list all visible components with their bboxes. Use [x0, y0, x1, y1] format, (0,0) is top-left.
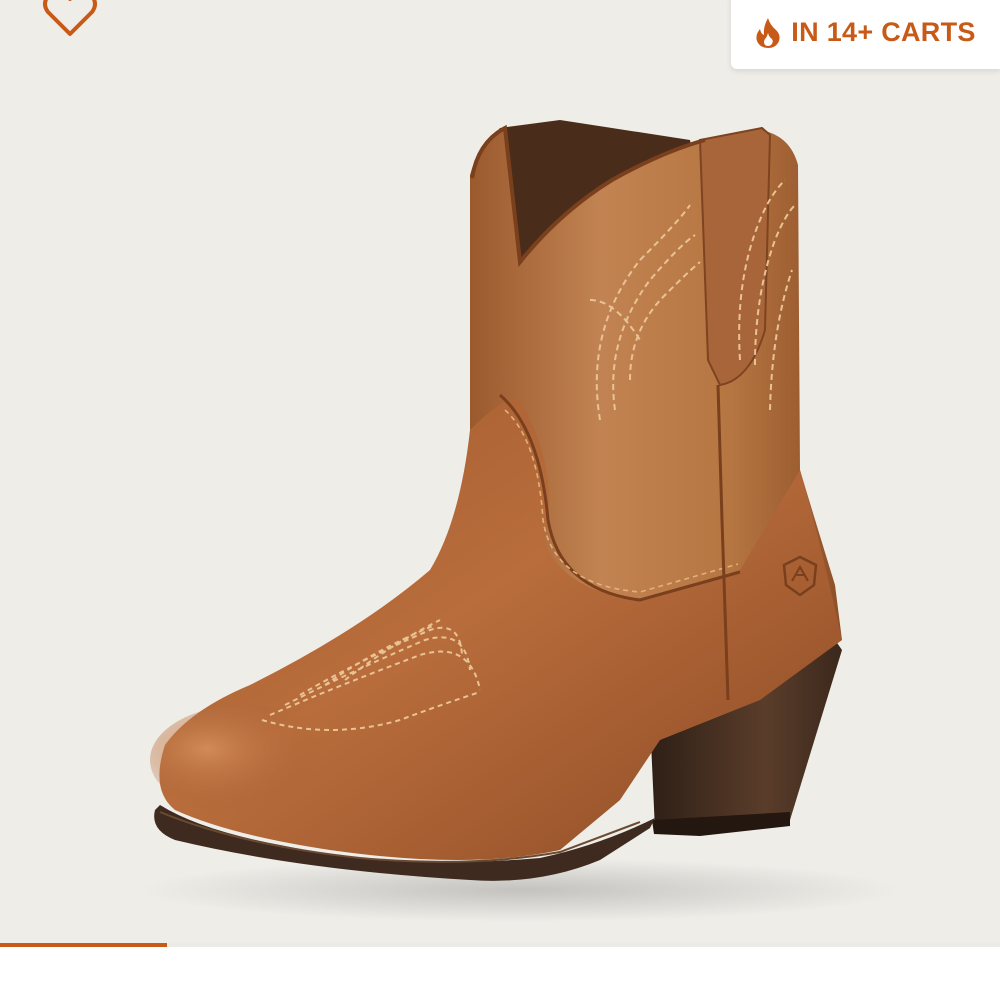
heart-outline-icon: [43, 0, 97, 36]
pull-strap: [698, 126, 772, 387]
in-carts-badge: IN 14+ CARTS: [731, 0, 1000, 69]
in-carts-label: IN 14+ CARTS: [791, 17, 976, 47]
favorite-button[interactable]: [38, 0, 102, 40]
product-image: [140, 120, 900, 922]
gallery-progress-fill: [0, 943, 167, 947]
product-photo-area[interactable]: IN 14+ CARTS: [0, 0, 1000, 943]
gallery-progress-track: [0, 943, 1000, 947]
flame-icon: [756, 17, 780, 48]
